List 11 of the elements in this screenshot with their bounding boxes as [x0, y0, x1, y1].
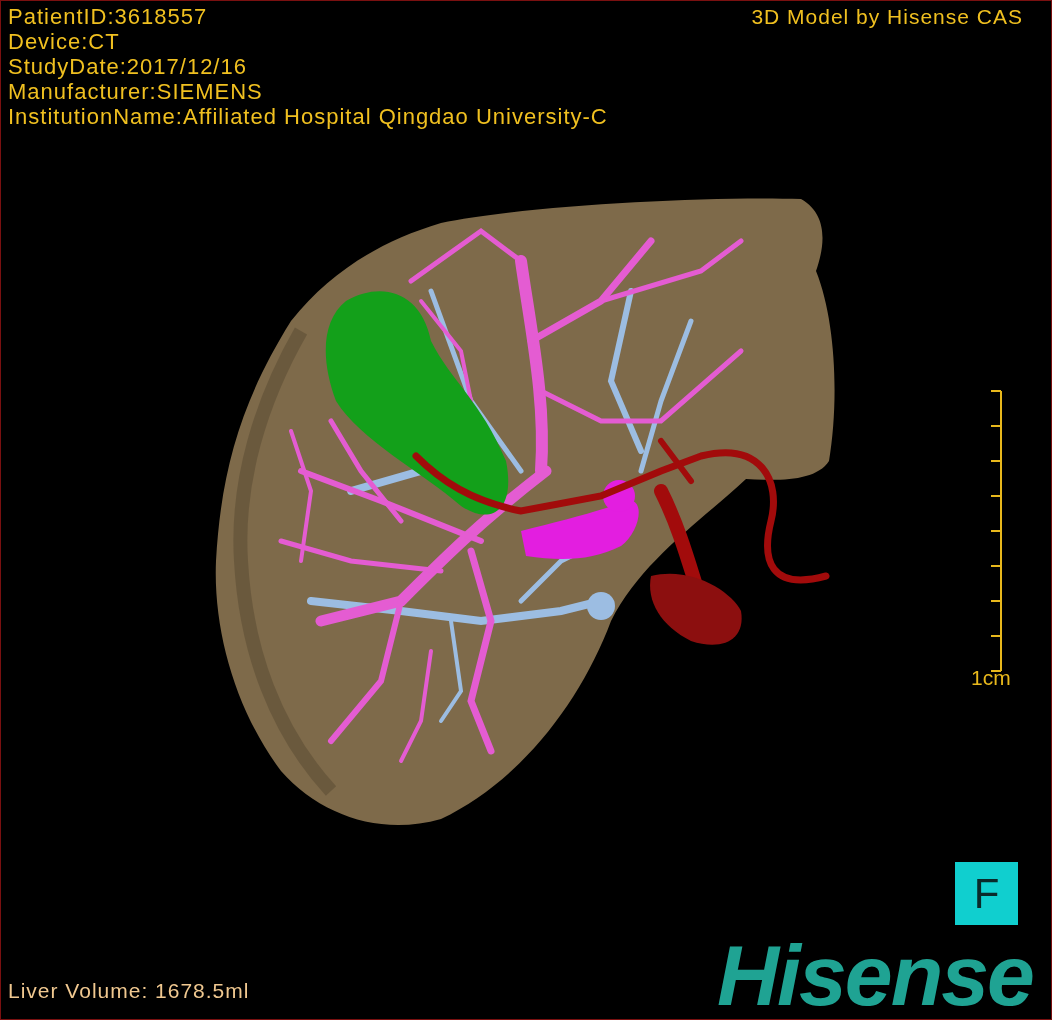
- logo: Hisense: [717, 935, 1033, 1015]
- viewer-title: 3D Model by Hisense CAS: [751, 4, 1023, 29]
- patient-info-text: Device:CT: [8, 29, 121, 54]
- scale-label: 1cm: [971, 666, 1011, 690]
- patient-info-text: StudyDate:2017/12/16: [8, 54, 248, 79]
- liver-volume-text: Liver Volume: 1678.5ml: [8, 978, 250, 1004]
- patient-info-text: InstitutionName:Affiliated Hospital Qingdao University-C: [8, 104, 608, 129]
- orientation-marker: F: [955, 862, 1018, 925]
- patient-info-text: Manufacturer:SIEMENS: [8, 79, 264, 104]
- scale-bar-icon: [990, 390, 1002, 672]
- patient-info-text: PatientID:3618557: [8, 4, 209, 29]
